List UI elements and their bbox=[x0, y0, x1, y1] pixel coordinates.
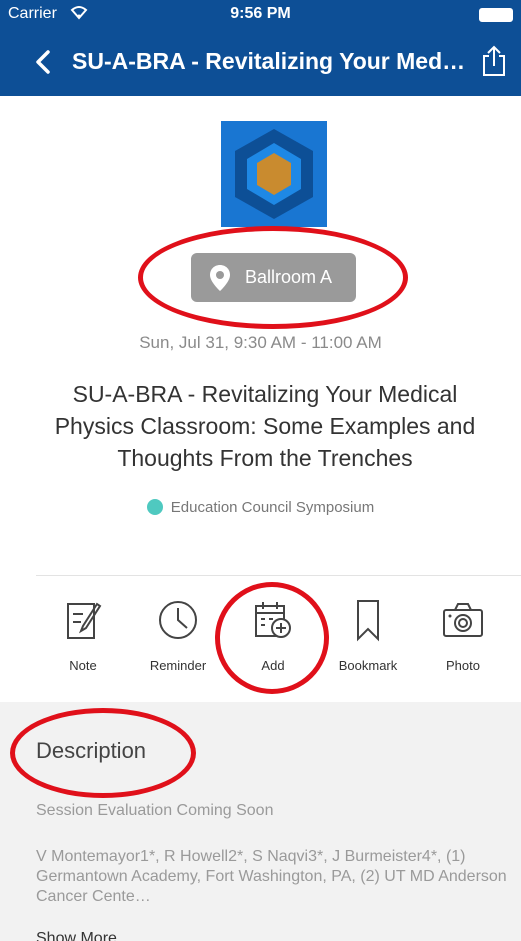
bookmark-icon bbox=[318, 598, 418, 642]
page-title: SU-A-BRA - Revitalizing Your Med… bbox=[72, 48, 466, 74]
status-bar: Carrier 9:56 PM bbox=[0, 0, 521, 30]
session-evaluation-text: Session Evaluation Coming Soon bbox=[36, 802, 274, 819]
map-pin-icon bbox=[209, 264, 231, 297]
clock-time: 9:56 PM bbox=[230, 5, 291, 22]
track-color-dot bbox=[146, 499, 163, 515]
note-edit-icon bbox=[33, 598, 133, 642]
reminder-button[interactable]: Reminder bbox=[128, 598, 228, 688]
divider bbox=[36, 575, 521, 576]
description-heading: Description bbox=[36, 738, 147, 763]
calendar-add-icon bbox=[223, 598, 323, 642]
location-button[interactable]: Ballroom A bbox=[191, 253, 356, 302]
session-title: SU-A-BRA - Revitalizing Your Medical Phy… bbox=[54, 381, 476, 471]
authors-text: V Montemayor1*, R Howell2*, S Naqvi3*, J… bbox=[36, 848, 507, 905]
location-label: Ballroom A bbox=[245, 267, 333, 287]
note-label: Note bbox=[69, 658, 97, 673]
add-label: Add bbox=[261, 658, 285, 673]
photo-label: Photo bbox=[446, 658, 480, 673]
battery-icon bbox=[479, 8, 513, 22]
action-bar: Note Reminder Add Bookmark Photo bbox=[0, 598, 521, 688]
bookmark-button[interactable]: Bookmark bbox=[318, 598, 418, 688]
show-more-link[interactable]: Show More bbox=[36, 930, 117, 941]
share-icon[interactable] bbox=[479, 44, 509, 78]
navigation-bar: SU-A-BRA - Revitalizing Your Med… bbox=[0, 30, 521, 96]
bookmark-label: Bookmark bbox=[338, 658, 398, 673]
session-datetime: Sun, Jul 31, 9:30 AM - 11:00 AM bbox=[139, 333, 382, 352]
add-to-calendar-button[interactable]: Add bbox=[223, 598, 323, 688]
description-section: Description Session Evaluation Coming So… bbox=[0, 702, 521, 941]
event-logo bbox=[221, 121, 327, 227]
back-chevron-icon[interactable] bbox=[28, 44, 64, 80]
photo-button[interactable]: Photo bbox=[413, 598, 513, 688]
clock-icon bbox=[128, 598, 228, 642]
session-track: Education Council Symposium bbox=[0, 499, 521, 516]
reminder-label: Reminder bbox=[149, 658, 207, 673]
track-label: Education Council Symposium bbox=[170, 499, 375, 516]
note-button[interactable]: Note bbox=[33, 598, 133, 688]
camera-icon bbox=[413, 598, 513, 642]
